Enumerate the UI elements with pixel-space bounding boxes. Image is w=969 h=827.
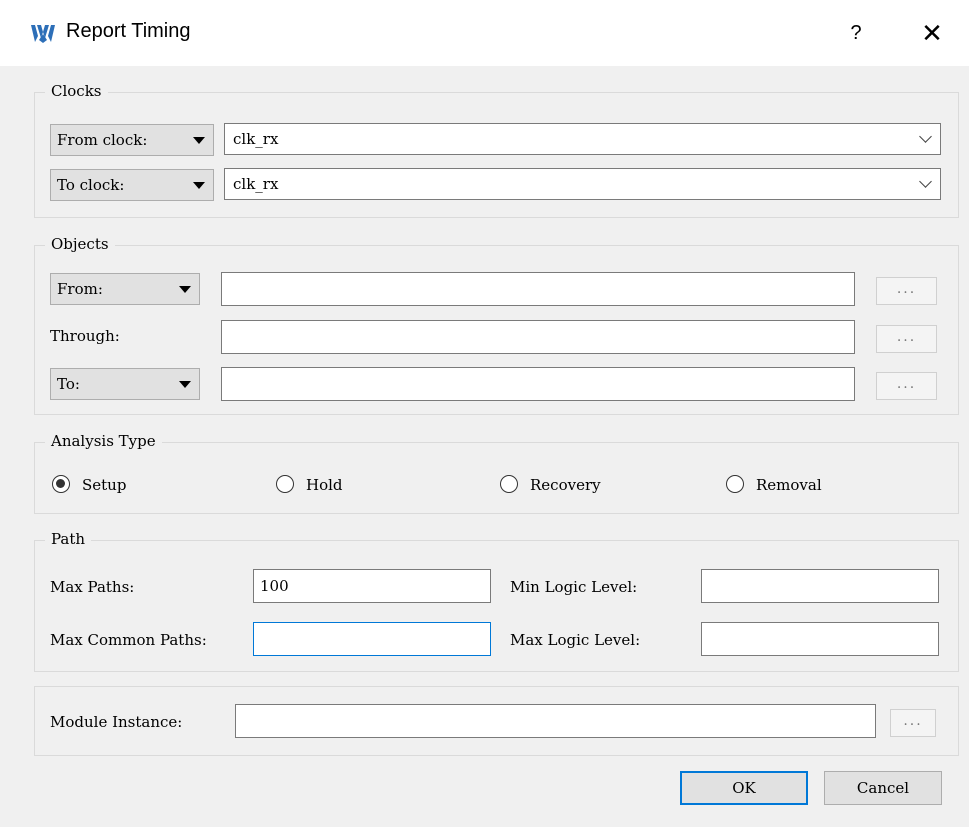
to-objects-label: To: bbox=[57, 375, 80, 393]
to-objects-dropdown[interactable]: To: bbox=[50, 368, 200, 400]
max-common-paths-input[interactable] bbox=[253, 622, 491, 656]
from-objects-input[interactable] bbox=[221, 272, 855, 306]
max-paths-input[interactable]: 100 bbox=[253, 569, 491, 603]
max-paths-label: Max Paths: bbox=[50, 578, 135, 596]
through-browse-button[interactable]: ... bbox=[876, 325, 937, 353]
to-browse-button[interactable]: ... bbox=[876, 372, 937, 400]
dropdown-arrow-icon bbox=[193, 137, 205, 144]
to-clock-label: To clock: bbox=[57, 176, 125, 194]
cancel-button[interactable]: Cancel bbox=[824, 771, 942, 805]
setup-label[interactable]: Setup bbox=[82, 476, 126, 494]
from-clock-value: clk_rx bbox=[233, 130, 279, 148]
from-objects-dropdown[interactable]: From: bbox=[50, 273, 200, 305]
max-logic-level-label: Max Logic Level: bbox=[510, 631, 641, 649]
module-instance-input[interactable] bbox=[235, 704, 876, 738]
close-button[interactable]: ✕ bbox=[912, 16, 952, 50]
radio-selected-dot bbox=[56, 479, 65, 488]
hold-radio[interactable] bbox=[276, 475, 294, 493]
from-browse-button[interactable]: ... bbox=[876, 277, 937, 305]
through-label: Through: bbox=[50, 327, 120, 345]
ok-button[interactable]: OK bbox=[680, 771, 808, 805]
from-objects-label: From: bbox=[57, 280, 103, 298]
dropdown-arrow-icon bbox=[179, 286, 191, 293]
from-clock-select[interactable]: clk_rx bbox=[224, 123, 941, 155]
gowin-logo-icon bbox=[31, 25, 55, 43]
removal-label[interactable]: Removal bbox=[756, 476, 822, 494]
max-paths-value: 100 bbox=[260, 577, 289, 595]
chevron-down-icon bbox=[919, 175, 932, 188]
chevron-down-icon bbox=[919, 130, 932, 143]
setup-radio[interactable] bbox=[52, 475, 70, 493]
dropdown-arrow-icon bbox=[193, 182, 205, 189]
to-objects-input[interactable] bbox=[221, 367, 855, 401]
hold-label[interactable]: Hold bbox=[306, 476, 343, 494]
help-button[interactable]: ? bbox=[838, 16, 874, 50]
from-clock-dropdown[interactable]: From clock: bbox=[50, 124, 214, 156]
dropdown-arrow-icon bbox=[179, 381, 191, 388]
window-title: Report Timing bbox=[66, 20, 191, 42]
removal-radio[interactable] bbox=[726, 475, 744, 493]
to-clock-value: clk_rx bbox=[233, 175, 279, 193]
to-clock-select[interactable]: clk_rx bbox=[224, 168, 941, 200]
objects-group-title: Objects bbox=[45, 235, 115, 253]
from-clock-label: From clock: bbox=[57, 131, 148, 149]
analysis-type-title: Analysis Type bbox=[45, 432, 162, 450]
max-logic-level-input[interactable] bbox=[701, 622, 939, 656]
through-input[interactable] bbox=[221, 320, 855, 354]
recovery-radio[interactable] bbox=[500, 475, 518, 493]
module-browse-button[interactable]: ... bbox=[890, 709, 936, 737]
clocks-group-title: Clocks bbox=[45, 82, 108, 100]
max-common-paths-label: Max Common Paths: bbox=[50, 631, 207, 649]
min-logic-level-label: Min Logic Level: bbox=[510, 578, 638, 596]
min-logic-level-input[interactable] bbox=[701, 569, 939, 603]
recovery-label[interactable]: Recovery bbox=[530, 476, 601, 494]
module-instance-label: Module Instance: bbox=[50, 713, 183, 731]
title-bar: Report Timing ? ✕ bbox=[0, 0, 969, 66]
path-group-title: Path bbox=[45, 530, 92, 548]
to-clock-dropdown[interactable]: To clock: bbox=[50, 169, 214, 201]
